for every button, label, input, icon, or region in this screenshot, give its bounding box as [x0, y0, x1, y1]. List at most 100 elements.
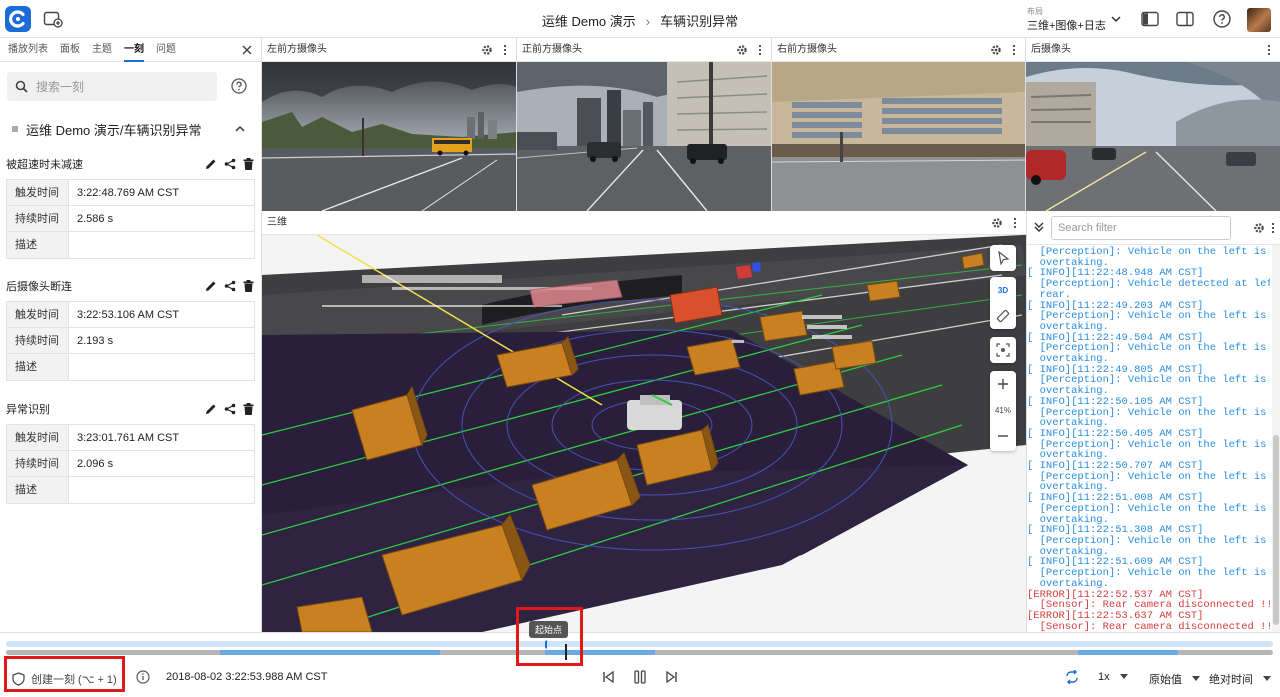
close-icon[interactable] — [241, 44, 253, 56]
collapse-chevrons-icon[interactable] — [1033, 221, 1045, 233]
help-circle-icon[interactable] — [231, 78, 247, 94]
zoom-out-icon[interactable] — [990, 423, 1016, 449]
more-vertical-icon[interactable] — [499, 43, 511, 56]
edit-pencil-icon[interactable] — [204, 157, 217, 170]
detail-value[interactable] — [69, 354, 254, 380]
info-icon[interactable] — [136, 670, 150, 684]
loop-icon[interactable] — [1063, 668, 1081, 686]
panel-title: 正前方摄像头 — [522, 44, 582, 55]
settings-gear-icon[interactable] — [736, 43, 748, 56]
time-mode-select[interactable]: 绝对时间 — [1209, 671, 1271, 687]
moment-title: 被超速时未减速 — [6, 159, 83, 171]
timeline-range-track[interactable] — [6, 641, 1273, 647]
zoom-level: 41% — [994, 405, 1011, 415]
select-tool-group — [990, 245, 1016, 271]
recenter-tool-group — [990, 337, 1016, 363]
detail-value[interactable] — [69, 477, 254, 503]
detail-value: 2.586 s — [77, 213, 114, 225]
detail-key: 触发时间 — [7, 302, 69, 327]
value-mode-select[interactable]: 原始值 — [1149, 671, 1200, 687]
breadcrumb-project[interactable]: 运维 Demo 演示 — [542, 14, 636, 29]
skip-forward-icon[interactable] — [663, 668, 681, 686]
toggle-left-sidebar-icon[interactable] — [1140, 9, 1160, 29]
playback-bar: 起始点 创建一刻 (⌥ + 1) 2018-08-02 3:22:53.988 … — [0, 607, 1280, 697]
help-icon[interactable] — [1212, 9, 1232, 29]
tab-theme[interactable]: 主题 — [92, 38, 112, 62]
table-row: 描述 — [7, 232, 254, 258]
more-vertical-icon[interactable] — [754, 43, 766, 56]
edit-pencil-icon[interactable] — [204, 402, 217, 415]
zoom-in-icon[interactable] — [990, 371, 1016, 397]
delete-trash-icon[interactable] — [242, 402, 255, 415]
detail-key: 持续时间 — [7, 328, 69, 353]
camera-image-front — [517, 62, 771, 211]
table-row: 描述 — [7, 477, 254, 503]
detail-key: 描述 — [7, 354, 69, 380]
settings-gear-icon[interactable] — [1253, 221, 1265, 234]
tab-issues[interactable]: 问题 — [156, 38, 176, 62]
moment-details-table: 触发时间 3:22:53.106 AM CST 持续时间 2.193 s 描述 — [6, 301, 255, 381]
table-row: 持续时间 2.096 s — [7, 451, 254, 477]
select-cursor-icon[interactable] — [990, 245, 1016, 271]
speed-select[interactable]: 1x — [1098, 671, 1128, 683]
time-mode-label: 绝对时间 — [1209, 674, 1253, 686]
edit-pencil-icon[interactable] — [204, 279, 217, 292]
skip-back-icon[interactable] — [599, 668, 617, 686]
toggle-right-sidebar-icon[interactable] — [1175, 9, 1195, 29]
tab-panels[interactable]: 面板 — [60, 38, 80, 62]
table-row: 触发时间 3:22:53.106 AM CST — [7, 302, 254, 328]
ruler-icon[interactable] — [990, 303, 1016, 329]
search-input[interactable] — [36, 79, 196, 94]
log-scrollbar[interactable] — [1272, 245, 1280, 632]
pause-icon[interactable] — [631, 668, 649, 686]
more-vertical-icon[interactable] — [1263, 43, 1275, 56]
more-vertical-icon[interactable] — [1008, 43, 1020, 56]
detail-key: 持续时间 — [7, 451, 69, 476]
detail-value: 2.193 s — [77, 335, 114, 347]
group-bullet-icon — [12, 126, 18, 132]
tab-moments[interactable]: 一刻 — [124, 38, 144, 62]
moment-card[interactable]: 后摄像头断连 触发时间 3:22:53.106 AM CST 持续时间 2.193 s 描… — [6, 277, 255, 381]
camera-image-left-front — [262, 62, 516, 211]
3d-viewport[interactable]: 3D 41% — [262, 235, 1026, 632]
moment-group-header[interactable]: 运维 Demo 演示/车辆识别异常 — [12, 121, 252, 138]
table-row: 持续时间 2.193 s — [7, 328, 254, 354]
moment-segment[interactable] — [1078, 650, 1178, 655]
recenter-icon[interactable] — [990, 337, 1016, 363]
log-filter-input[interactable] — [1051, 216, 1231, 240]
moment-card[interactable]: 异常识别触发时间 3:23:01.761 AM CST 持续时间 2.096 s 描述 — [6, 400, 255, 504]
layout-label: 布局 — [1027, 7, 1043, 16]
more-vertical-icon[interactable] — [1009, 216, 1021, 229]
delete-trash-icon[interactable] — [242, 157, 255, 170]
chevron-down-icon[interactable] — [1110, 13, 1122, 25]
moment-card[interactable]: 被超速时未减速 触发时间 3:22:48.769 AM CST 持续时间 2.586 s… — [6, 155, 255, 259]
log-panel: [Perception]: Vehicle on the left is ove… — [1026, 211, 1280, 632]
more-vertical-icon[interactable] — [1271, 221, 1275, 234]
user-avatar[interactable] — [1247, 8, 1271, 32]
share-icon[interactable] — [223, 157, 236, 170]
tab-playlist[interactable]: 播放列表 — [8, 38, 48, 62]
toggle-3d-button[interactable]: 3D — [990, 277, 1016, 303]
delete-trash-icon[interactable] — [242, 279, 255, 292]
detail-value: 3:23:01.761 AM CST — [77, 432, 180, 444]
layout-select[interactable]: 三维+图像+日志 — [1027, 17, 1106, 33]
search-icon — [15, 80, 28, 93]
detail-key: 持续时间 — [7, 206, 69, 231]
camera-panel-front: 正前方摄像头 — [517, 38, 772, 211]
settings-gear-icon[interactable] — [990, 43, 1002, 56]
zoom-tool-group: 41% — [990, 371, 1016, 451]
share-icon[interactable] — [223, 279, 236, 292]
moment-title: 异常识别 — [6, 404, 50, 416]
detail-key: 触发时间 — [7, 180, 69, 205]
moment-segment[interactable] — [220, 650, 440, 655]
moment-search — [7, 72, 217, 101]
settings-gear-icon[interactable] — [481, 43, 493, 56]
settings-gear-icon[interactable] — [991, 216, 1003, 229]
share-icon[interactable] — [223, 402, 236, 415]
breadcrumb-record[interactable]: 车辆识别异常 — [660, 14, 738, 29]
detail-key: 触发时间 — [7, 425, 69, 450]
panel-title: 后摄像头 — [1031, 44, 1071, 55]
camera-image-right-front — [772, 62, 1025, 211]
chevron-up-icon[interactable] — [234, 123, 246, 135]
detail-value[interactable] — [69, 232, 254, 258]
